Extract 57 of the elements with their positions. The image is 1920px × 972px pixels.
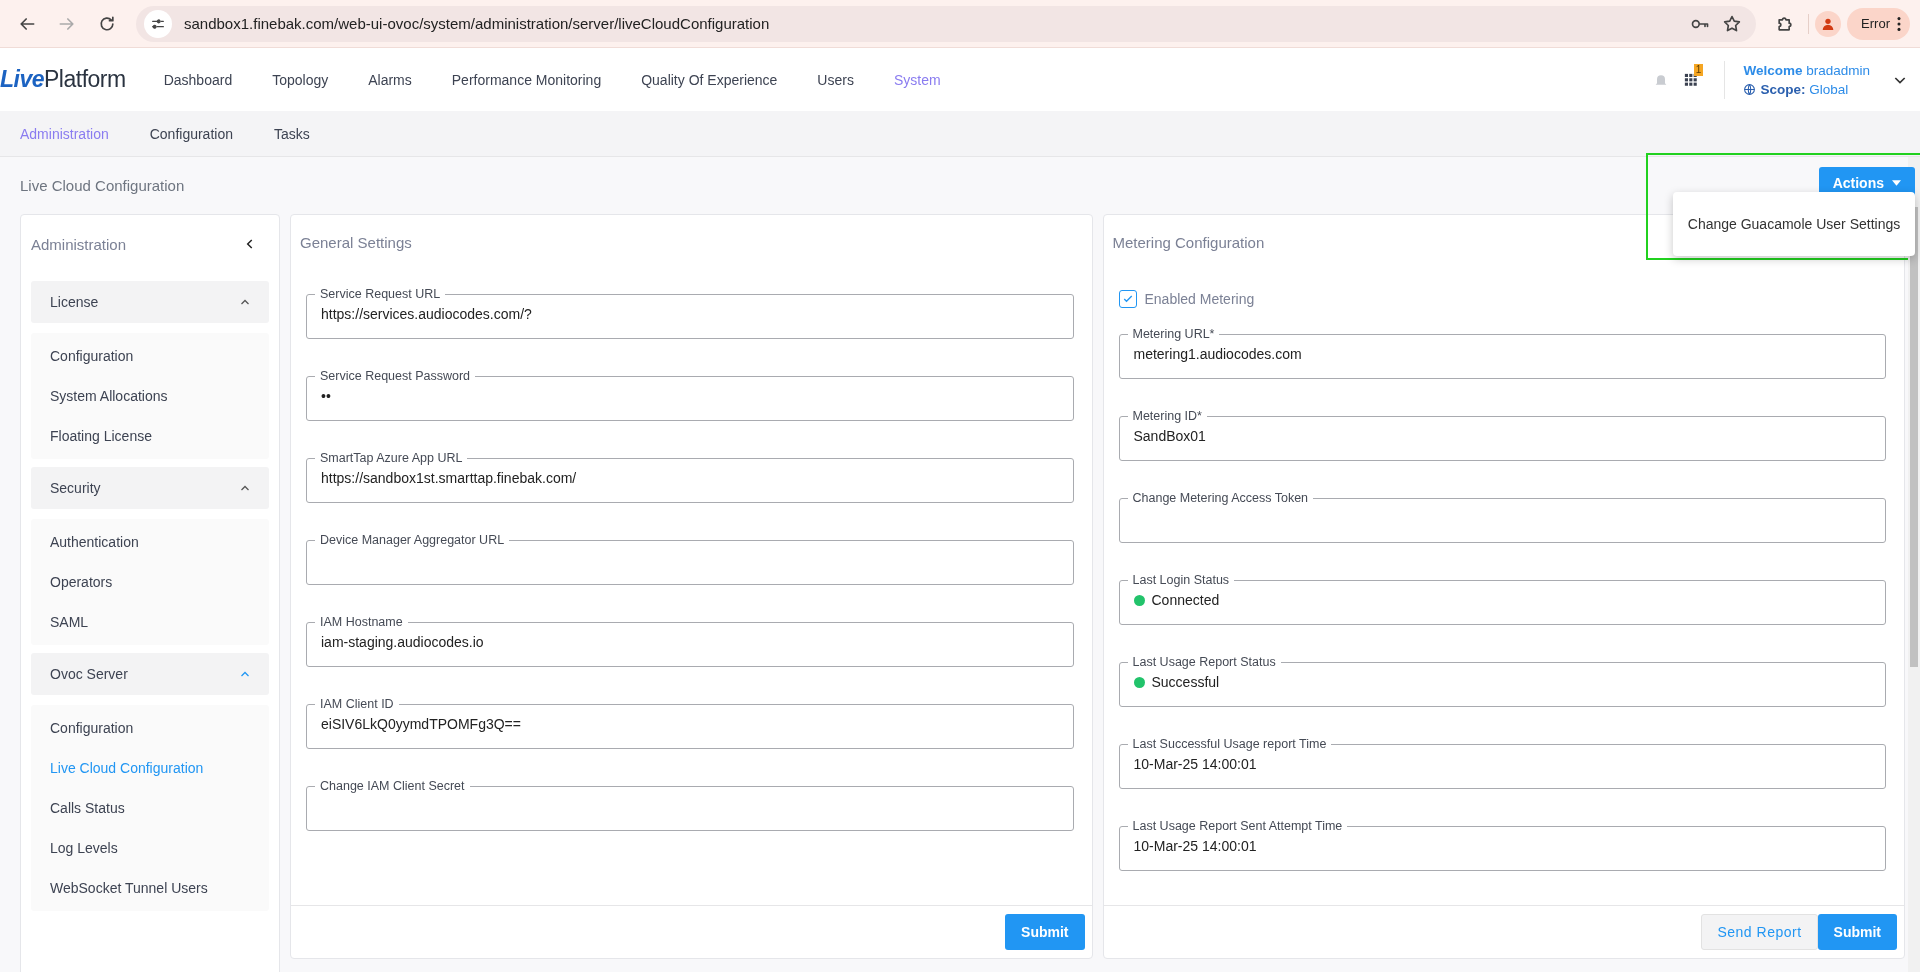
sidebar-group[interactable]: License xyxy=(31,281,269,323)
input-field[interactable]: Change Metering Access Token xyxy=(1118,491,1886,543)
nav-tab[interactable]: Performance Monitoring xyxy=(451,71,602,88)
sidebar-group[interactable]: Security xyxy=(31,467,269,509)
address-bar[interactable]: sandbox1.finebak.com/web-ui-ovoc/system/administration/server/liveCloudConfiguration xyxy=(136,5,1757,42)
nav-tab[interactable]: Quality Of Experience xyxy=(641,71,778,88)
sidebar-item[interactable]: Floating License xyxy=(31,416,269,456)
checkbox-label: Enabled Metering xyxy=(1144,291,1255,307)
welcome-text: Welcome bradadmin xyxy=(1743,61,1870,80)
check-icon xyxy=(1121,293,1134,305)
sidebar-item[interactable]: Authentication xyxy=(31,522,269,562)
input-field[interactable]: IAM Hostname iam-staging.audiocodes.io xyxy=(306,615,1074,667)
sidebar-group[interactable]: Ovoc Server xyxy=(31,653,269,695)
nav-tab[interactable]: Topology xyxy=(272,71,329,88)
profile-avatar[interactable] xyxy=(1815,10,1842,37)
url-text: sandbox1.finebak.com/web-ui-ovoc/system/administration/server/liveCloudConfiguration xyxy=(184,15,771,32)
nav-tab[interactable]: Dashboard xyxy=(163,71,233,88)
input-field[interactable]: Last Successful Usage report Time 10-Mar-25 14:00:01 xyxy=(1118,737,1886,789)
scrollbar[interactable] xyxy=(1908,157,1920,972)
caret-icon xyxy=(1892,180,1901,186)
sidebar-title: Administration xyxy=(31,235,127,253)
card-title: General Settings xyxy=(300,234,412,251)
sidebar-item[interactable]: Operators xyxy=(31,562,269,602)
page-title: Live Cloud Configuration xyxy=(20,177,185,194)
star-icon xyxy=(1722,13,1743,34)
status-field: Last Login Status Connected xyxy=(1118,573,1886,625)
sidebar-item[interactable]: WebSocket Tunnel Users xyxy=(31,868,269,908)
input-field[interactable]: Service Request URL https://services.audiocodes.com/? xyxy=(306,287,1074,339)
scope-text: Scope: Global xyxy=(1760,80,1849,99)
input-field[interactable]: Metering URL* metering1.audiocodes.com xyxy=(1118,327,1886,379)
card-title: Metering Configuration xyxy=(1112,234,1265,251)
input-field[interactable]: Change IAM Client Secret xyxy=(306,779,1074,831)
checkbox[interactable] xyxy=(1118,290,1137,308)
globe-icon xyxy=(1743,82,1757,96)
input-field[interactable]: Service Request Password •• xyxy=(306,369,1074,421)
sidebar-item[interactable]: SAML xyxy=(31,602,269,642)
app-logo: LivePlatform xyxy=(0,66,126,93)
count-badge: 1 xyxy=(1693,64,1704,76)
sidebar-item[interactable]: System Allocations xyxy=(31,376,269,416)
input-field[interactable]: Device Manager Aggregator URL xyxy=(306,533,1074,585)
subnav-tab[interactable]: Configuration xyxy=(149,125,233,142)
nav-tab[interactable]: System xyxy=(893,71,941,88)
input-field[interactable]: IAM Client ID eiSIV6LkQ0yymdTPOMFg3Q== xyxy=(306,697,1074,749)
input-field[interactable]: Last Usage Report Sent Attempt Time 10-Mar-25 14:00:01 xyxy=(1118,819,1886,871)
menu-item[interactable]: Change Guacamole User Settings xyxy=(1687,216,1901,232)
sidebar-item[interactable]: Configuration xyxy=(31,336,269,376)
more-icon xyxy=(1896,14,1902,33)
subnav-tab[interactable]: Tasks xyxy=(274,125,310,142)
sidebar-item[interactable]: Calls Status xyxy=(31,788,269,828)
sidebar-item[interactable]: Log Levels xyxy=(31,828,269,868)
nav-tab[interactable]: Alarms xyxy=(368,71,412,88)
input-field[interactable]: Metering ID* SandBox01 xyxy=(1118,409,1886,461)
profile-error-button[interactable]: Error xyxy=(1847,7,1910,40)
input-field[interactable]: SmartTap Azure App URL https://sandbox1st.smarttap.finebak.com/ xyxy=(306,451,1074,503)
sidebar-item[interactable]: Configuration xyxy=(31,708,269,748)
nav-tab[interactable]: Users xyxy=(817,71,854,88)
status-field: Last Usage Report Status Successful xyxy=(1118,655,1886,707)
